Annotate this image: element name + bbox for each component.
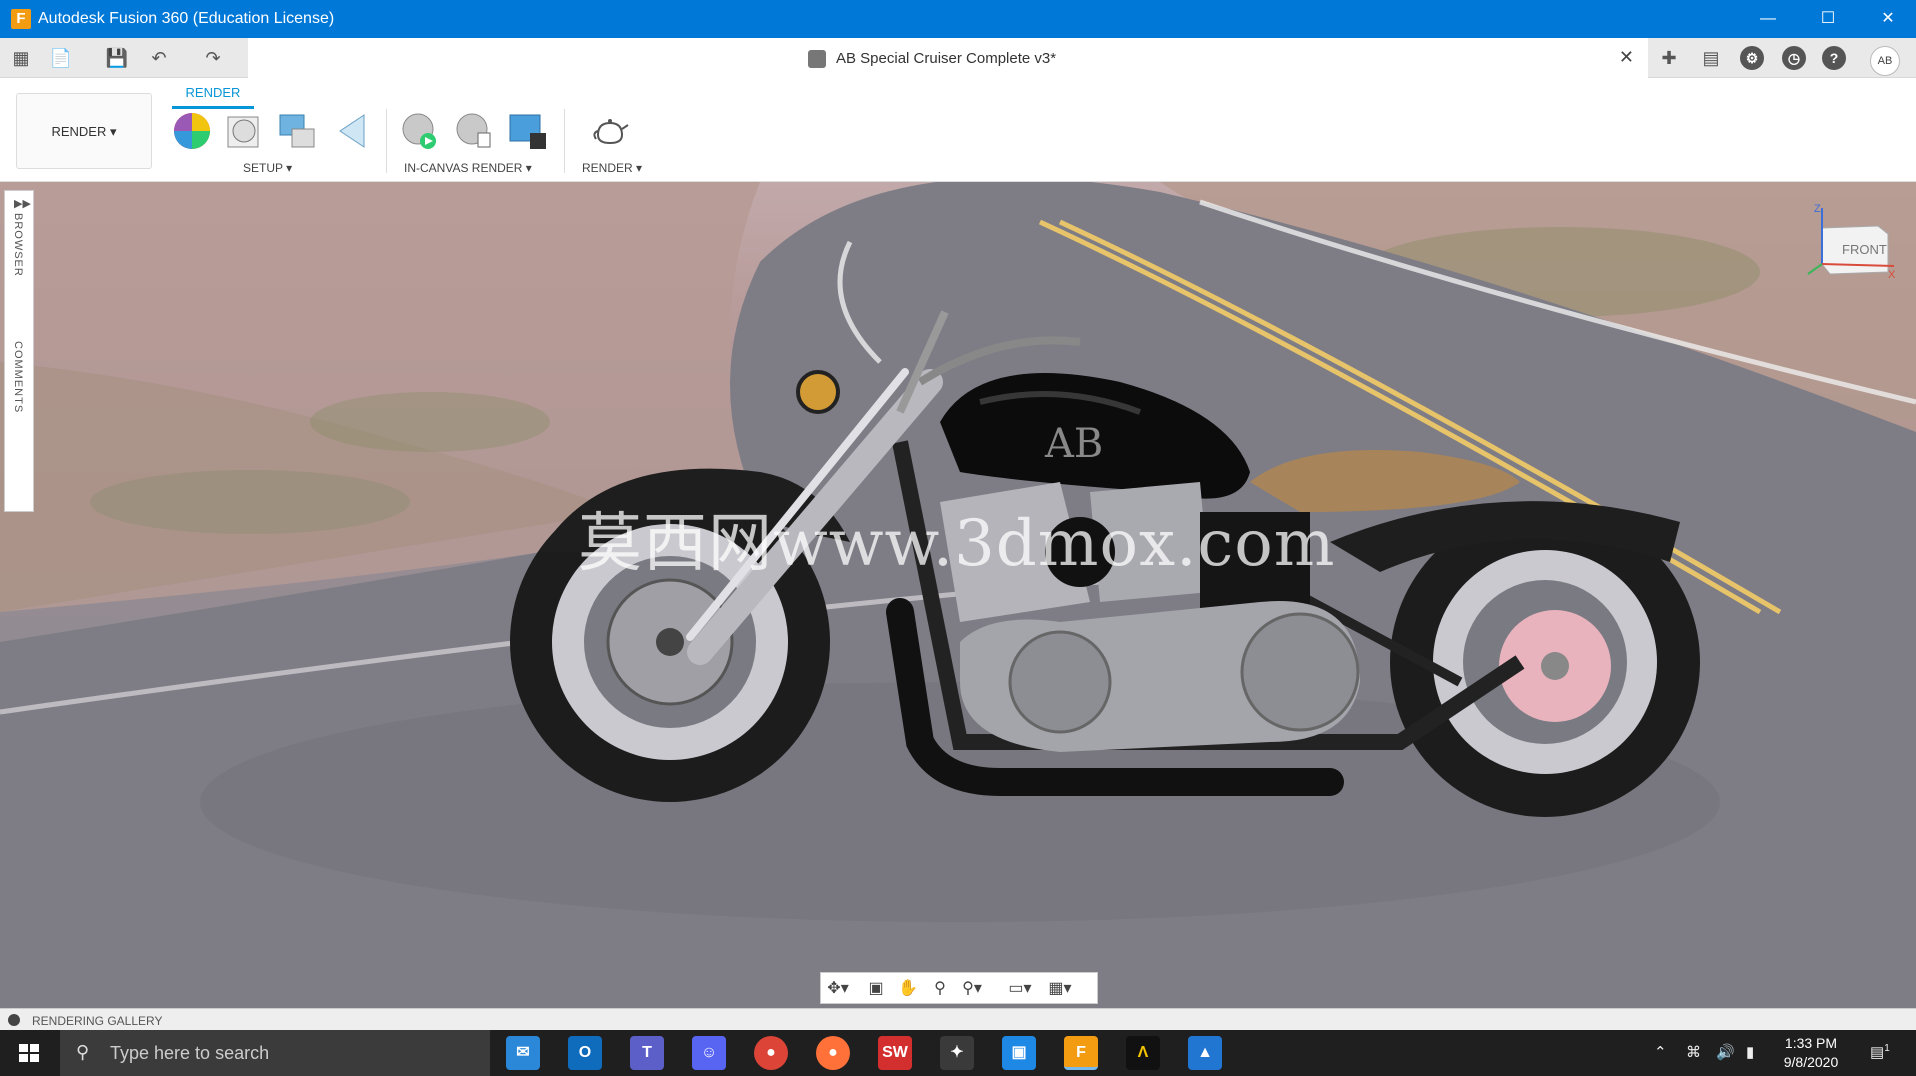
windows-start-icon[interactable] bbox=[0, 1030, 58, 1076]
outlook-icon[interactable]: O bbox=[568, 1036, 602, 1070]
volume-icon[interactable]: 🔊 bbox=[1716, 1043, 1735, 1061]
zoom-icon[interactable]: ⚲ bbox=[927, 978, 953, 1000]
orbit-icon[interactable]: ✥▾ bbox=[825, 978, 851, 1000]
ribbon-toolbar: RENDER ▾ RENDER SETUP ▾ IN-CANVAS RENDER… bbox=[0, 79, 1916, 182]
photos-icon[interactable]: ▲ bbox=[1188, 1036, 1222, 1070]
clock-date: 9/8/2020 bbox=[1783, 1054, 1839, 1070]
file-explorer-icon[interactable]: ▣ bbox=[1002, 1036, 1036, 1070]
viewcube-z-axis: Z bbox=[1814, 204, 1821, 215]
tank-logo: AB bbox=[1044, 421, 1103, 467]
job-status-icon[interactable]: ◷ bbox=[1782, 46, 1806, 70]
rendering-gallery-label: RENDERING GALLERY bbox=[32, 1014, 163, 1028]
viewcube[interactable]: Z X FRONT bbox=[1800, 204, 1900, 284]
tab-render[interactable]: RENDER bbox=[172, 85, 254, 109]
solidworks-icon[interactable]: SW bbox=[878, 1036, 912, 1070]
in-canvas-settings-icon[interactable] bbox=[454, 111, 494, 151]
battery-icon[interactable]: ▮ bbox=[1746, 1043, 1754, 1061]
in-canvas-render-group-label[interactable]: IN-CANVAS RENDER ▾ bbox=[404, 161, 532, 175]
maximize-button[interactable]: ☐ bbox=[1800, 0, 1856, 38]
fit-zoom-icon[interactable]: ⚲▾ bbox=[959, 978, 985, 1000]
rendering-gallery-bar[interactable]: RENDERING GALLERY bbox=[0, 1008, 1916, 1030]
search-placeholder: Type here to search bbox=[110, 1043, 270, 1063]
viewcube-face-label: FRONT bbox=[1842, 242, 1887, 257]
workspace-label: RENDER bbox=[51, 124, 107, 139]
render-viewport[interactable]: AB 莫西网www.3dmox.com ▶▶ BROWSER COMMENTS … bbox=[0, 182, 1916, 1008]
fusion-app-icon: F bbox=[11, 9, 31, 29]
wifi-icon[interactable]: ⌘ bbox=[1686, 1043, 1701, 1061]
redo-icon[interactable]: ↷ bbox=[200, 46, 226, 70]
render-teapot-icon[interactable] bbox=[590, 111, 630, 151]
search-icon: ⚲ bbox=[76, 1042, 90, 1062]
help-icon[interactable]: ? bbox=[1822, 46, 1846, 70]
window-title: Autodesk Fusion 360 (Education License) bbox=[38, 10, 335, 27]
notification-count: 1 bbox=[1884, 1043, 1890, 1054]
display-settings-icon[interactable]: ▭▾ bbox=[1007, 978, 1033, 1000]
watermark-text: 莫西网www.3dmox.com bbox=[578, 507, 1336, 581]
decal-icon[interactable] bbox=[334, 111, 374, 151]
chrome-icon[interactable]: ● bbox=[754, 1036, 788, 1070]
discord-icon[interactable]: ☺ bbox=[692, 1036, 726, 1070]
setup-group-label[interactable]: SETUP ▾ bbox=[243, 161, 292, 175]
document-icon bbox=[808, 50, 826, 68]
gallery-toggle-icon[interactable] bbox=[8, 1014, 20, 1026]
minimize-button[interactable]: — bbox=[1740, 0, 1796, 38]
save-icon[interactable]: 💾 bbox=[104, 46, 130, 70]
quick-access-bar: ▦ 📄 💾 ↶ ↷ AB Special Cruiser Complete v3… bbox=[0, 38, 1916, 78]
clock-time: 1:33 PM bbox=[1784, 1035, 1838, 1051]
firefox-icon[interactable]: ● bbox=[816, 1036, 850, 1070]
data-panel-grid-icon[interactable]: ▦ bbox=[8, 46, 34, 70]
separator bbox=[564, 109, 565, 173]
in-canvas-render-icon[interactable] bbox=[400, 111, 440, 151]
browser-comments-strip: ▶▶ BROWSER COMMENTS bbox=[4, 190, 34, 512]
browser-panel-label[interactable]: BROWSER bbox=[12, 213, 24, 277]
fusion360-icon[interactable]: F bbox=[1064, 1036, 1098, 1070]
scene-settings-icon[interactable] bbox=[278, 111, 318, 151]
workspace-switcher-button[interactable]: RENDER ▾ bbox=[16, 93, 152, 169]
navigation-bar: ✥▾ ▣ ✋ ⚲ ⚲▾ ▭▾ ▦▾ bbox=[820, 972, 1098, 1004]
capture-image-icon[interactable] bbox=[508, 111, 548, 151]
look-at-icon[interactable]: ▣ bbox=[863, 978, 889, 1000]
grid-settings-icon[interactable]: ▦▾ bbox=[1047, 978, 1073, 1000]
title-bar: F Autodesk Fusion 360 (Education License… bbox=[0, 0, 1916, 38]
new-tab-icon[interactable]: ✚ bbox=[1656, 46, 1682, 70]
render-group-label[interactable]: RENDER ▾ bbox=[582, 161, 642, 175]
undo-icon[interactable]: ↶ bbox=[146, 46, 172, 70]
comments-panel-label[interactable]: COMMENTS bbox=[12, 341, 24, 413]
appearance-icon[interactable] bbox=[172, 111, 212, 151]
windows-taskbar: ⚲ Type here to search ✉ O T ☺ ● ● SW ✦ ▣… bbox=[0, 1030, 1916, 1076]
notification-center-icon[interactable]: ▤1 bbox=[1870, 1043, 1890, 1061]
motorcycle-model: AB bbox=[510, 310, 1700, 817]
comments-icon[interactable]: ▤ bbox=[1698, 46, 1724, 70]
viewcube-x-axis: X bbox=[1888, 269, 1896, 281]
close-tab-icon[interactable]: ✕ bbox=[1619, 47, 1634, 68]
system-clock[interactable]: 1:33 PM 9/8/2020 bbox=[1774, 1034, 1848, 1072]
file-menu-icon[interactable]: 📄 bbox=[48, 46, 74, 70]
tray-overflow-icon[interactable]: ⌃ bbox=[1654, 1043, 1667, 1061]
pan-hand-icon[interactable]: ✋ bbox=[895, 978, 921, 1000]
mail-icon[interactable]: ✉ bbox=[506, 1036, 540, 1070]
document-title: AB Special Cruiser Complete v3* bbox=[836, 50, 1057, 67]
document-tab[interactable]: AB Special Cruiser Complete v3* ✕ bbox=[248, 38, 1648, 78]
extensions-icon[interactable]: ⚙ bbox=[1740, 46, 1764, 70]
close-window-button[interactable]: ✕ bbox=[1860, 0, 1916, 38]
separator bbox=[386, 109, 387, 173]
autodesk-icon[interactable]: Λ bbox=[1126, 1036, 1160, 1070]
physical-material-icon[interactable] bbox=[224, 111, 264, 151]
3dexperience-icon[interactable]: ✦ bbox=[940, 1036, 974, 1070]
expand-browser-icon[interactable]: ▶▶ bbox=[14, 197, 31, 210]
user-avatar[interactable]: AB bbox=[1870, 46, 1900, 76]
teams-icon[interactable]: T bbox=[630, 1036, 664, 1070]
taskbar-search-box[interactable]: ⚲ Type here to search bbox=[60, 1030, 490, 1076]
